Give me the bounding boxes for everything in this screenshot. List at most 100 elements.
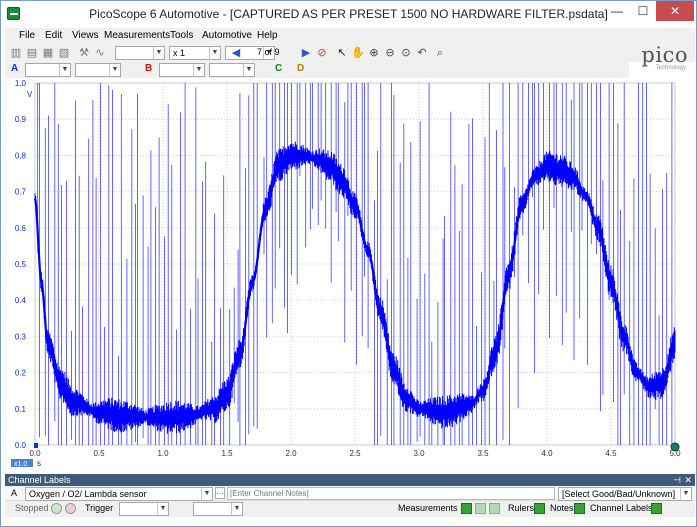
channel-a-button[interactable]: A xyxy=(11,63,18,74)
stop-icon[interactable] xyxy=(65,503,76,514)
chevron-down-icon: ▼ xyxy=(153,47,164,59)
chevron-down-icon: ▼ xyxy=(201,488,212,500)
start-icon[interactable] xyxy=(51,503,62,514)
channel-b-button[interactable]: B xyxy=(145,63,152,74)
channel-a-coupling-select[interactable]: ▼ xyxy=(75,63,121,77)
chevron-down-icon: ▼ xyxy=(231,503,242,515)
zoom-overview-icon[interactable]: ⌕ xyxy=(433,46,447,60)
y-axis-unit-label: V xyxy=(27,90,33,99)
main-toolbar: ▥ ▤ ▦ ▧ ⚒ ∿ ▼ x 1 ▼ ▼ ◀ 7 of 9 ▶ ⊘ ↖ ✋ ⊕… xyxy=(5,45,695,62)
trigger-label: Trigger xyxy=(85,503,114,513)
pin-icon[interactable]: ⊣ xyxy=(673,474,681,486)
run-state: Stopped xyxy=(15,503,49,513)
measurements-label: Measurements xyxy=(398,503,458,513)
delete-measurement-icon[interactable] xyxy=(489,503,500,514)
zoom-select[interactable]: x 1 ▼ xyxy=(169,46,221,60)
edit-measurement-icon[interactable] xyxy=(475,503,486,514)
chevron-down-icon: ▼ xyxy=(680,488,691,500)
pico-technology-logo: pico Technology xyxy=(641,43,688,71)
pointer-tool-icon[interactable]: ↖ xyxy=(335,46,349,60)
chevron-down-icon: ▼ xyxy=(193,64,204,76)
menu-bar: File Edit Views Measurements Tools Autom… xyxy=(5,28,695,45)
trigger-marker[interactable] xyxy=(34,443,38,448)
channel-labels-icon[interactable] xyxy=(651,503,662,514)
spectrum-mode-icon[interactable]: ▦ xyxy=(41,46,55,60)
y-tick-label: 1.0 xyxy=(15,79,27,88)
rulers-label: Rulers xyxy=(508,503,535,513)
waveform-chart[interactable]: 0.0 0.5 1.0 1.5 2.0 2.5 3.0 3.5 4.0 4.5 5.00.00.10… xyxy=(11,79,691,469)
time-ruler-handle[interactable] xyxy=(670,442,680,452)
x-tick-label: 3.5 xyxy=(477,449,489,458)
chevron-down-icon: ▼ xyxy=(59,64,70,76)
x-tick-label: 2.5 xyxy=(349,449,361,458)
y-tick-label: 0.6 xyxy=(15,224,27,233)
channel-toolbar: A ▼ ▼ B ▼ ▼ C D xyxy=(5,62,629,78)
menu-file[interactable]: File xyxy=(19,30,35,41)
window-title: PicoScope 6 Automotive - [CAPTURED AS PE… xyxy=(89,7,608,21)
x-tick-label: 3.0 xyxy=(413,449,425,458)
channel-label-select[interactable]: Oxygen / O2/ Lambda sensor ▼ xyxy=(25,487,213,501)
x-tick-label: 4.5 xyxy=(605,449,617,458)
menu-tools[interactable]: Tools xyxy=(170,30,193,41)
menu-edit[interactable]: Edit xyxy=(45,30,62,41)
channel-label-channel: A xyxy=(11,488,18,498)
trigger-mode-select[interactable]: ▼ xyxy=(119,502,169,516)
menu-views[interactable]: Views xyxy=(72,30,99,41)
channel-status-select[interactable]: [Select Good/Bad/Unknown] ▼ xyxy=(558,487,692,501)
channel-d-button[interactable]: D xyxy=(297,63,304,74)
y-tick-label: 0.3 xyxy=(15,332,27,341)
rulers-icon[interactable] xyxy=(534,503,545,514)
zoom-out-icon[interactable]: ⊖ xyxy=(383,46,397,60)
channel-c-button[interactable]: C xyxy=(275,63,282,74)
menu-measurements[interactable]: Measurements xyxy=(104,30,170,41)
undo-zoom-icon[interactable]: ↶ xyxy=(415,46,429,60)
edit-label-button[interactable]: … xyxy=(215,487,225,499)
channel-a-range-select[interactable]: ▼ xyxy=(25,63,71,77)
buffer-position: 7 of 9 xyxy=(257,47,280,57)
minimize-button[interactable]: — xyxy=(604,1,630,21)
next-buffer-icon[interactable]: ▶ xyxy=(299,46,313,60)
title-bar: PicoScope 6 Automotive - [CAPTURED AS PE… xyxy=(1,1,696,27)
stop-icon[interactable]: ⊘ xyxy=(315,46,329,60)
scope-view[interactable]: 0.0 0.5 1.0 1.5 2.0 2.5 3.0 3.5 4.0 4.5 5.0 0.0 0.1 0… xyxy=(11,79,691,469)
chevron-down-icon: ▼ xyxy=(109,64,120,76)
maximize-button[interactable]: ☐ xyxy=(630,1,656,21)
y-tick-label: 0.9 xyxy=(15,115,27,124)
close-panel-icon[interactable]: ✕ xyxy=(684,474,692,486)
persistence-mode-icon[interactable]: ▤ xyxy=(25,46,39,60)
x-tick-label: 1.5 xyxy=(221,449,233,458)
channel-b-coupling-select[interactable]: ▼ xyxy=(209,63,255,77)
scope-mode-icon[interactable]: ▥ xyxy=(9,46,23,60)
y-tick-label: 0.4 xyxy=(15,296,27,305)
y-tick-label: 0.1 xyxy=(15,405,27,414)
x-tick-label: 1.0 xyxy=(157,449,169,458)
y-tick-label: 0.7 xyxy=(15,188,27,197)
zoom-badge: x1.0 xyxy=(14,461,27,468)
timebase-select[interactable]: ▼ xyxy=(115,46,165,60)
channel-notes-input[interactable] xyxy=(227,487,555,500)
hand-tool-icon[interactable]: ✋ xyxy=(351,46,365,60)
signal-generator-icon[interactable]: ∿ xyxy=(93,46,107,60)
channel-b-range-select[interactable]: ▼ xyxy=(159,63,205,77)
notes-label: Notes xyxy=(550,503,574,513)
xy-mode-icon[interactable]: ▧ xyxy=(57,46,71,60)
channel-label-row: A Oxygen / O2/ Lambda sensor ▼ … [Select… xyxy=(5,486,695,501)
trigger-channel-select[interactable]: ▼ xyxy=(193,502,243,516)
add-measurement-icon[interactable] xyxy=(461,503,472,514)
x-tick-label: 0.5 xyxy=(93,449,105,458)
y-tick-label: 0.0 xyxy=(15,441,27,450)
previous-buffer-icon[interactable]: ◀ xyxy=(229,46,243,60)
x-tick-label: 0.0 xyxy=(29,449,41,458)
x-tick-label: 4.0 xyxy=(541,449,553,458)
zoom-window-icon[interactable]: ⊙ xyxy=(399,46,413,60)
zoom-in-icon[interactable]: ⊕ xyxy=(367,46,381,60)
probe-icon[interactable]: ⚒ xyxy=(77,46,91,60)
chevron-down-icon: ▼ xyxy=(157,503,168,515)
menu-help[interactable]: Help xyxy=(257,30,278,41)
notes-icon[interactable] xyxy=(574,503,585,514)
chevron-down-icon: ▼ xyxy=(209,47,220,59)
menu-automotive[interactable]: Automotive xyxy=(202,30,252,41)
y-tick-label: 0.5 xyxy=(15,260,27,269)
app-window: PicoScope 6 Automotive - [CAPTURED AS PE… xyxy=(0,0,697,527)
close-button[interactable]: ✕ xyxy=(656,1,694,21)
